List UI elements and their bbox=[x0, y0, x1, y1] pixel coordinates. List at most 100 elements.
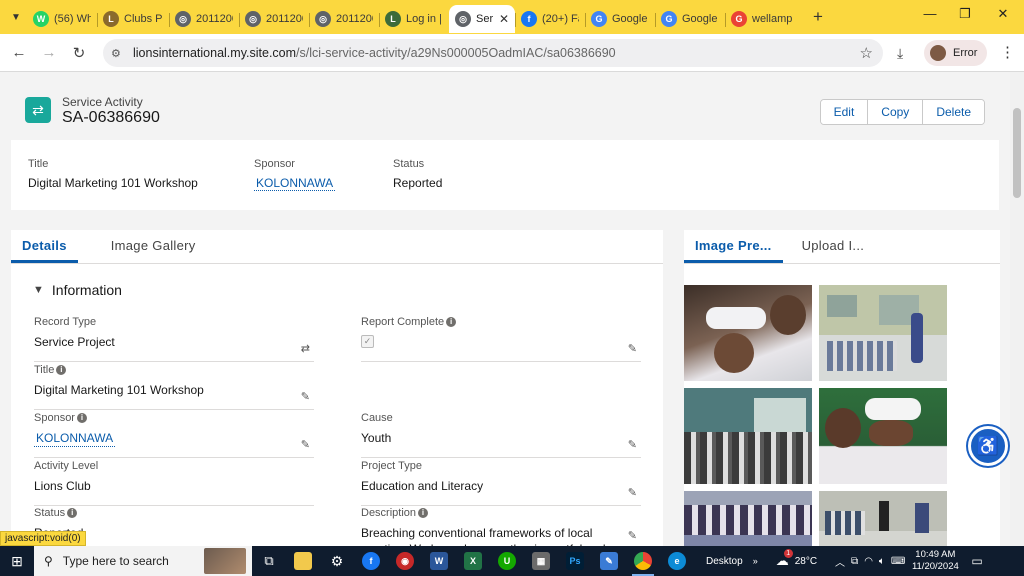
back-icon[interactable]: ← bbox=[4, 44, 34, 61]
file-explorer-icon[interactable] bbox=[286, 546, 320, 576]
tab-upload-image[interactable]: Upload I... bbox=[791, 230, 876, 263]
taskbar-search-input[interactable]: ⚲ Type here to search bbox=[34, 546, 252, 576]
record-name: SA-06386690 bbox=[62, 109, 160, 126]
url-text[interactable]: lionsinternational.my.site.com/s/lci-ser… bbox=[133, 46, 616, 60]
close-tab-icon[interactable]: ✕ bbox=[493, 12, 509, 26]
notification-icon[interactable]: ▭ bbox=[971, 554, 982, 568]
browser-tab[interactable]: ◎ Ser ✕ bbox=[449, 5, 515, 33]
edit-pencil-icon[interactable]: ✎ bbox=[628, 342, 637, 355]
info-icon[interactable]: i bbox=[67, 508, 78, 518]
forward-icon[interactable]: → bbox=[34, 44, 64, 61]
browser-tab[interactable]: G Google bbox=[585, 5, 655, 33]
desktop-toolbar-label[interactable]: Desktop bbox=[706, 556, 743, 567]
edit-pencil-icon[interactable]: ✎ bbox=[301, 390, 310, 403]
field-value: Breaching conventional frameworks of loc… bbox=[361, 526, 606, 548]
browser-tab[interactable]: L Clubs Po bbox=[97, 5, 169, 33]
minimize-icon[interactable]: — bbox=[915, 6, 945, 21]
excel-icon[interactable]: X bbox=[456, 546, 490, 576]
tab-details[interactable]: Details bbox=[11, 230, 78, 263]
system-clock[interactable]: 10:49 AM 11/20/2024 bbox=[905, 549, 965, 573]
facebook-app-icon[interactable]: f bbox=[354, 546, 388, 576]
calculator-icon[interactable]: ▦ bbox=[524, 546, 558, 576]
info-icon[interactable]: i bbox=[56, 365, 67, 375]
photoshop-icon[interactable]: Ps bbox=[558, 546, 592, 576]
field-label: Activity Level bbox=[34, 460, 99, 472]
tab-image-gallery[interactable]: Image Gallery bbox=[100, 230, 207, 263]
details-tabset: Details Image Gallery bbox=[11, 230, 663, 264]
sponsor-link[interactable]: KOLONNAWA bbox=[34, 430, 116, 447]
weather-icon[interactable]: ☁ 1 bbox=[776, 549, 793, 569]
tab-image-preview[interactable]: Image Pre... bbox=[684, 230, 783, 263]
delete-button[interactable]: Delete bbox=[922, 100, 984, 124]
gallery-photo[interactable] bbox=[684, 388, 812, 484]
gallery-photo[interactable] bbox=[684, 491, 812, 548]
browser-tab[interactable]: ◎ 2011200 bbox=[169, 5, 239, 33]
service-activity-icon: ⇄ bbox=[25, 97, 51, 123]
task-view-icon[interactable]: ⧉ bbox=[252, 546, 286, 576]
window-close-icon[interactable]: ✕ bbox=[988, 6, 1018, 22]
windows-start-icon[interactable]: ⊞ bbox=[0, 553, 34, 570]
edit-pencil-icon[interactable]: ✎ bbox=[628, 438, 637, 451]
chevron-up-icon[interactable]: ︿ bbox=[835, 554, 845, 569]
change-record-type-icon[interactable]: ⇄ bbox=[301, 342, 310, 355]
browser-tab[interactable]: L Log in | bbox=[379, 5, 449, 33]
url-path: /s/lci-service-activity/a29Ns000005OadmI… bbox=[296, 46, 616, 60]
edit-button[interactable]: Edit bbox=[820, 100, 868, 124]
scrollbar-thumb[interactable] bbox=[1013, 108, 1021, 198]
page-scrollbar[interactable] bbox=[1010, 72, 1024, 548]
settings-icon[interactable]: ⚙ bbox=[320, 546, 354, 576]
bookmark-star-icon[interactable]: ☆ bbox=[860, 44, 873, 62]
gallery-photo[interactable] bbox=[819, 491, 947, 548]
browser-tab[interactable]: W (56) Wh bbox=[27, 5, 97, 33]
browser-tab[interactable]: G Google bbox=[655, 5, 725, 33]
edit-pencil-icon[interactable]: ✎ bbox=[628, 529, 637, 542]
paint-icon[interactable]: ✎ bbox=[592, 546, 626, 576]
new-tab-button[interactable]: + bbox=[805, 7, 831, 27]
chrome-icon[interactable] bbox=[626, 546, 660, 576]
google-translate-icon: G bbox=[661, 11, 677, 27]
browser-tab[interactable]: f (20+) Fa bbox=[515, 5, 585, 33]
upwork-icon[interactable]: U bbox=[490, 546, 524, 576]
field-label: Report Complete bbox=[361, 316, 445, 328]
gallery-photo[interactable] bbox=[819, 285, 947, 381]
browser-menu-icon[interactable]: ⋮ bbox=[1000, 43, 1015, 61]
browser-tab[interactable]: ◎ 2011200 bbox=[239, 5, 309, 33]
gallery-photo[interactable] bbox=[819, 388, 947, 484]
volume-icon[interactable]: 🔈︎ bbox=[879, 556, 885, 567]
gallery-photo[interactable] bbox=[684, 285, 812, 381]
accessibility-icon[interactable]: ♿ bbox=[968, 426, 1008, 466]
info-icon[interactable]: i bbox=[418, 508, 429, 518]
section-title: Information bbox=[51, 282, 122, 298]
tab-search-icon[interactable]: ▼ bbox=[5, 6, 27, 28]
information-section-toggle[interactable]: ▼ Information bbox=[33, 282, 122, 298]
browser-tab-label: Google bbox=[612, 13, 648, 25]
download-icon[interactable]: ⤓ bbox=[897, 45, 903, 62]
browser-tab[interactable]: ◎ 2011200 bbox=[309, 5, 379, 33]
maximize-icon[interactable]: ❐ bbox=[950, 6, 980, 22]
highlight-status: Status Reported bbox=[393, 158, 442, 190]
keyboard-icon[interactable]: ⌨ bbox=[891, 556, 905, 567]
highlight-sponsor-link[interactable]: KOLONNAWA bbox=[254, 176, 336, 191]
edge-icon[interactable]: e bbox=[660, 546, 694, 576]
address-bar[interactable]: ⚙ lionsinternational.my.site.com/s/lci-s… bbox=[103, 39, 883, 67]
field-title: Title i Digital Marketing 101 Workshop ✎ bbox=[34, 364, 314, 410]
tray-app-icon[interactable]: ⧉ bbox=[851, 556, 858, 567]
edit-pencil-icon[interactable]: ✎ bbox=[628, 486, 637, 499]
browser-tab[interactable]: Gwellamp bbox=[725, 5, 801, 33]
profile-button[interactable]: Error bbox=[924, 40, 988, 66]
highlight-title-label: Title bbox=[28, 158, 49, 170]
page-content: ⇄ Service Activity SA-06386690 Edit Copy… bbox=[0, 72, 1024, 548]
info-icon[interactable]: i bbox=[446, 317, 457, 327]
copy-button[interactable]: Copy bbox=[867, 100, 923, 124]
edit-pencil-icon[interactable]: ✎ bbox=[301, 438, 310, 451]
word-icon[interactable]: W bbox=[422, 546, 456, 576]
site-info-icon[interactable]: ⚙ bbox=[111, 47, 127, 60]
toolbar-expand-icon[interactable]: » bbox=[753, 556, 758, 566]
record-header: ⇄ Service Activity SA-06386690 Edit Copy… bbox=[11, 86, 999, 144]
reload-icon[interactable]: ↻ bbox=[64, 44, 94, 62]
salesforce-globe-icon: ◎ bbox=[245, 11, 261, 27]
wifi-icon[interactable]: ◠ bbox=[864, 556, 873, 567]
app-red-icon[interactable]: ◉ bbox=[388, 546, 422, 576]
info-icon[interactable]: i bbox=[76, 413, 87, 423]
whatsapp-icon: W bbox=[33, 11, 49, 27]
